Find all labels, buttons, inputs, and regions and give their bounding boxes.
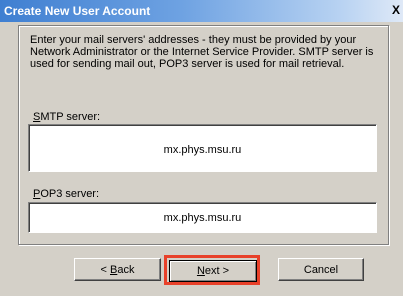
next-label: ext > [204, 265, 230, 277]
instructions-text: Enter your mail servers' addresses - the… [30, 34, 374, 70]
back-label: ack [117, 264, 135, 276]
title-bar[interactable]: Create New User Account X [0, 0, 403, 22]
pop3-server-label: POP3 server: [33, 188, 99, 200]
smtp-server-input[interactable]: mx.phys.msu.ru [28, 124, 377, 172]
back-prefix: < [100, 264, 110, 276]
window-title: Create New User Account [4, 4, 151, 18]
close-icon[interactable]: X [389, 3, 403, 18]
next-mnemonic: N [196, 265, 205, 277]
pop3-server-input[interactable]: mx.phys.msu.ru [28, 202, 377, 233]
cancel-button[interactable]: Cancel [278, 258, 364, 281]
pop3-label-text: OP3 server: [40, 188, 100, 200]
pop3-server-value: mx.phys.msu.ru [163, 212, 242, 224]
smtp-label-text: MTP server: [40, 111, 101, 123]
next-button-highlight: Next > [164, 255, 260, 285]
back-button[interactable]: < Back [74, 258, 161, 281]
smtp-server-label: SMTP server: [33, 111, 100, 123]
next-button[interactable]: Next > [169, 260, 257, 282]
smtp-server-value: mx.phys.msu.ru [163, 144, 242, 156]
